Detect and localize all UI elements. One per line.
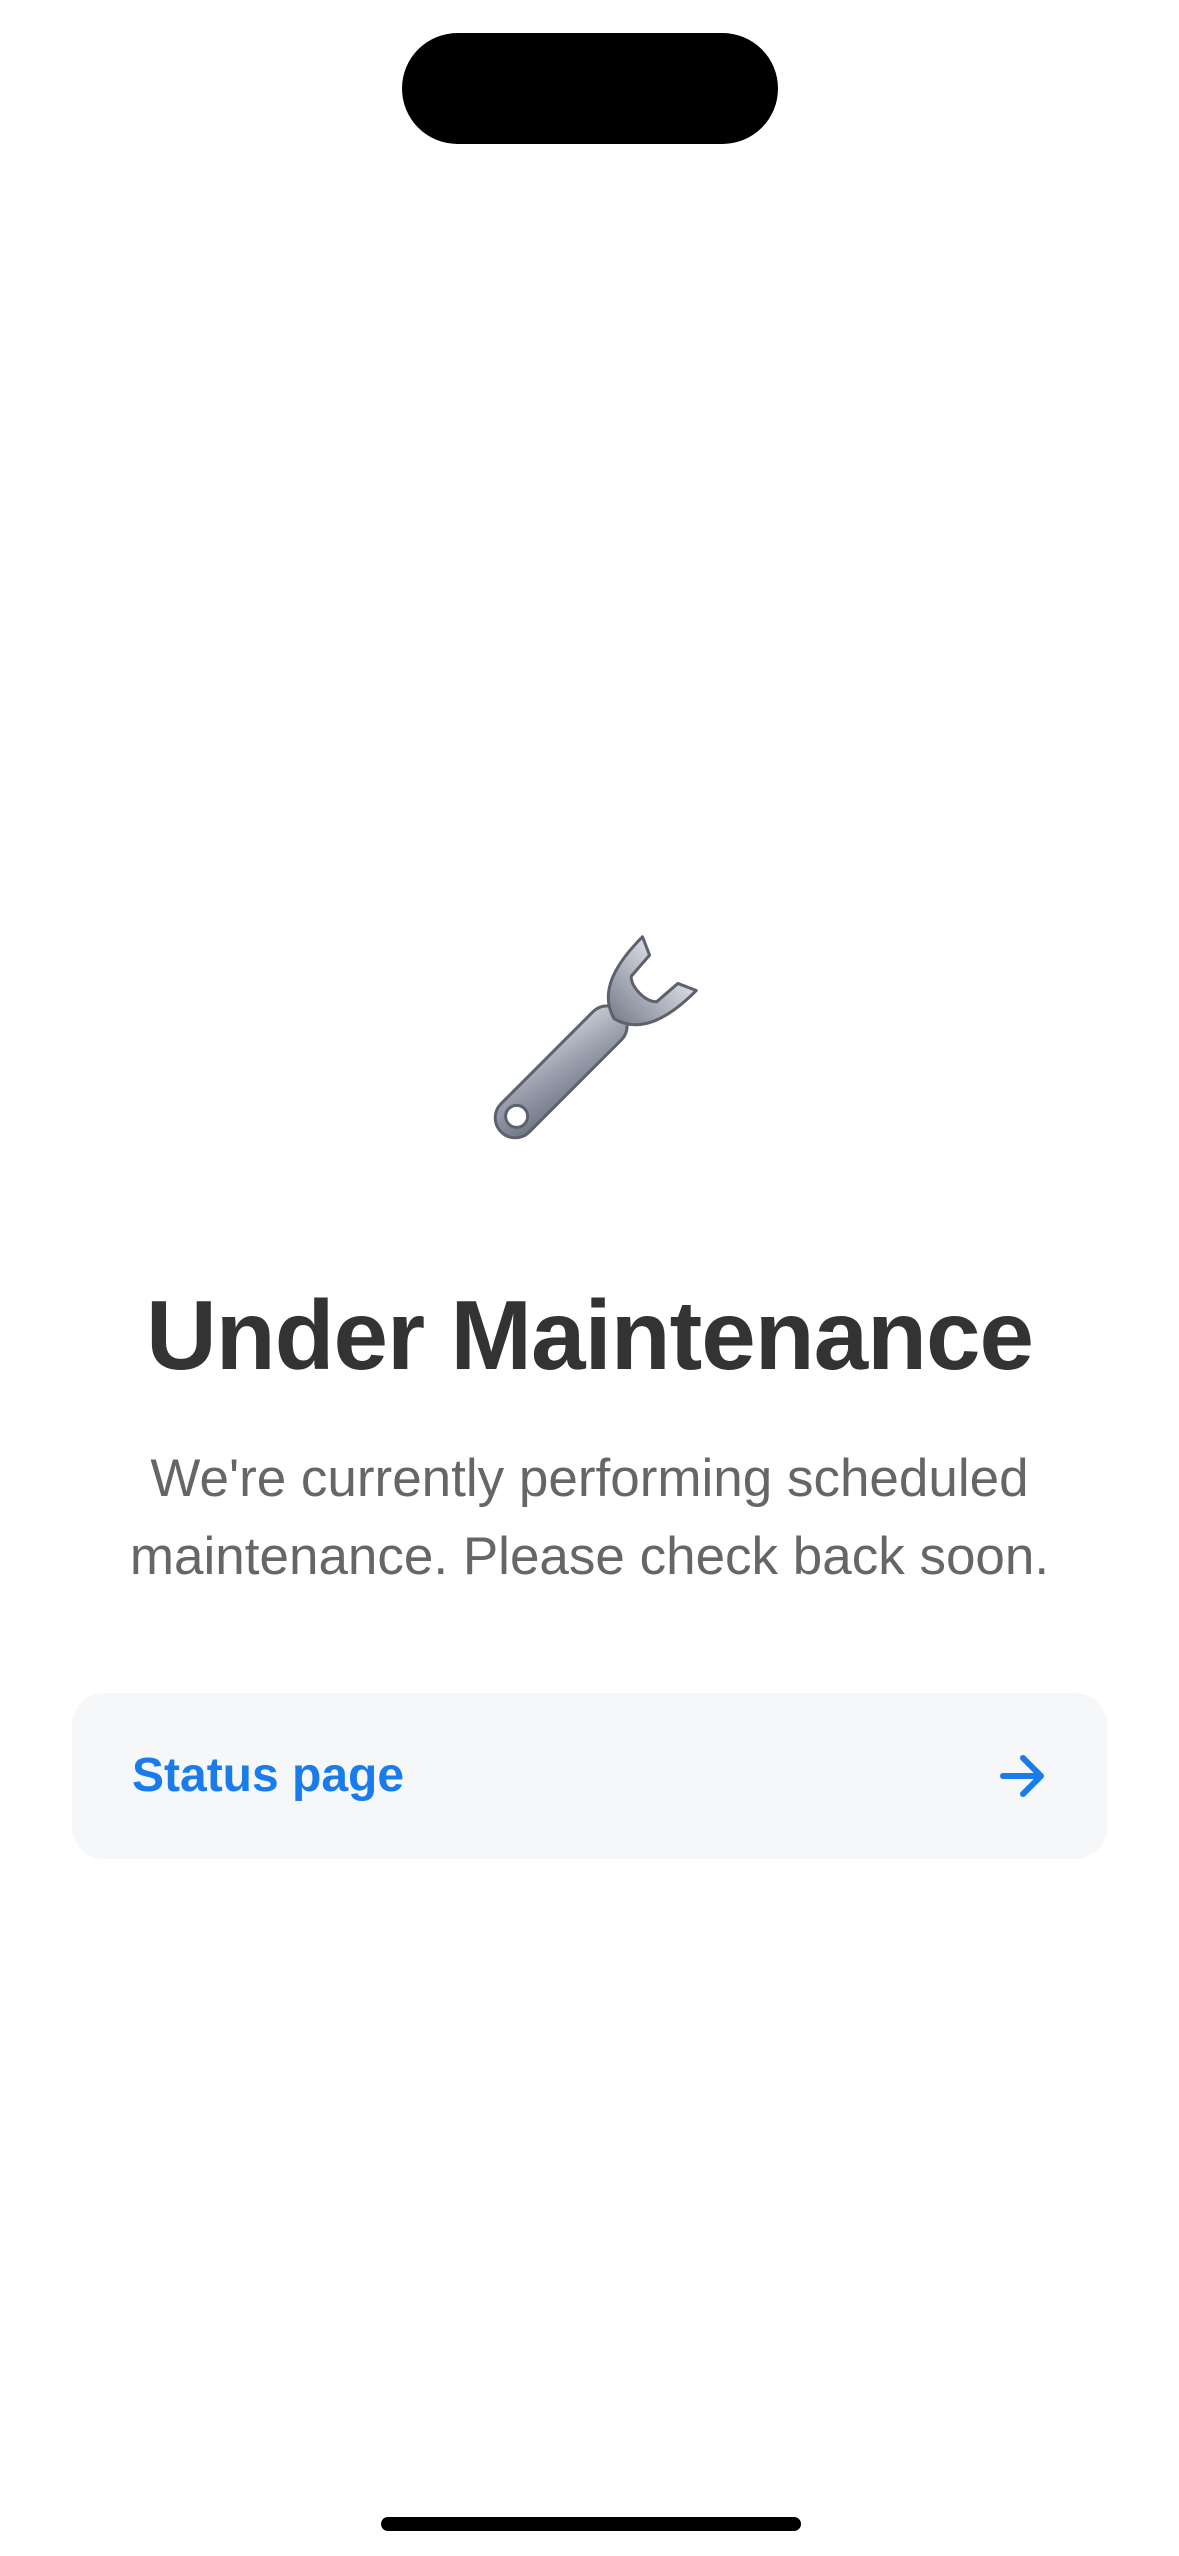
arrow-right-icon	[999, 1754, 1047, 1798]
status-page-label: Status page	[132, 1749, 405, 1802]
page-title: Under Maintenance	[146, 1280, 1034, 1390]
status-page-button[interactable]: Status page	[72, 1693, 1107, 1859]
wrench-icon	[463, 910, 723, 1170]
dynamic-island	[402, 33, 778, 144]
home-indicator[interactable]	[381, 2517, 801, 2531]
maintenance-message: We're currently performing scheduled mai…	[129, 1449, 1050, 1586]
